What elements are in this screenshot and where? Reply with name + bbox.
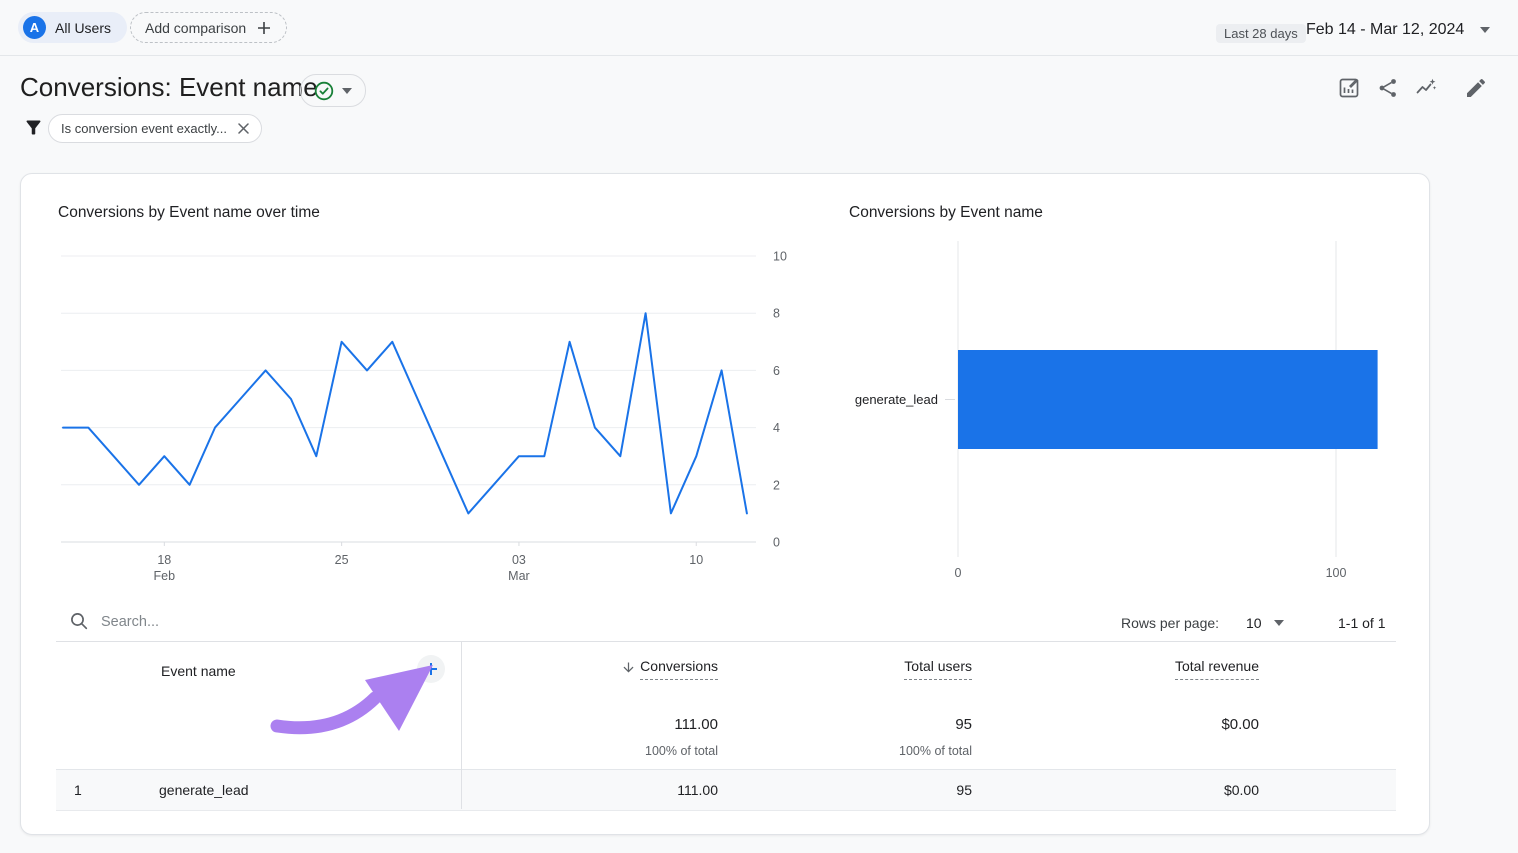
svg-text:0: 0 xyxy=(955,566,962,580)
svg-text:25: 25 xyxy=(335,553,349,567)
search-input[interactable] xyxy=(99,609,483,635)
filter-chip[interactable]: Is conversion event exactly... xyxy=(48,114,262,143)
svg-text:generate_lead: generate_lead xyxy=(855,392,938,407)
share-button[interactable] xyxy=(1375,75,1401,101)
svg-text:18: 18 xyxy=(157,553,171,567)
close-icon[interactable] xyxy=(236,121,251,136)
column-header-total-users[interactable]: Total users xyxy=(904,658,972,680)
date-range-text: Feb 14 - Mar 12, 2024 xyxy=(1306,21,1464,39)
svg-text:6: 6 xyxy=(773,364,780,378)
conversions-over-time-line-chart: 0 2 4 6 8 10 18 Feb 25 03 Mar 10 xyxy=(51,234,796,594)
annotation-arrow xyxy=(255,652,450,747)
column-header-conversions[interactable]: Conversions xyxy=(621,658,718,680)
segment-label: All Users xyxy=(55,20,111,36)
table-column-divider xyxy=(461,642,462,809)
chevron-down-icon xyxy=(342,88,352,94)
filter-chip-label: Is conversion event exactly... xyxy=(61,121,227,136)
svg-text:Feb: Feb xyxy=(154,569,176,583)
line-chart-title: Conversions by Event name over time xyxy=(58,204,320,222)
row-total-users: 95 xyxy=(956,770,972,810)
segment-chip-all-users[interactable]: A All Users xyxy=(18,12,127,43)
svg-text:10: 10 xyxy=(689,553,703,567)
total-conversions: 111.00 xyxy=(674,716,718,733)
column-header-total-revenue[interactable]: Total revenue xyxy=(1175,658,1259,680)
insights-button[interactable] xyxy=(1413,75,1439,101)
filter-funnel-icon xyxy=(23,117,44,138)
total-users-share: 100% of total xyxy=(899,744,972,758)
edit-pencil-icon xyxy=(1464,76,1488,100)
plus-icon xyxy=(256,20,272,36)
svg-text:0: 0 xyxy=(773,536,780,550)
row-number: 1 xyxy=(74,770,82,810)
add-comparison-button[interactable]: Add comparison xyxy=(130,12,287,43)
insights-icon xyxy=(1414,76,1438,100)
customize-report-button[interactable] xyxy=(1336,75,1362,101)
total-revenue: $0.00 xyxy=(1221,716,1259,733)
customize-report-icon xyxy=(1337,76,1361,100)
sort-descending-icon xyxy=(621,660,636,675)
row-event-name: generate_lead xyxy=(159,770,249,810)
total-conversions-share: 100% of total xyxy=(645,744,718,758)
rows-per-page-value: 10 xyxy=(1246,615,1262,631)
page-title: Conversions: Event name xyxy=(20,72,318,103)
rows-per-page-caret-icon xyxy=(1274,620,1284,626)
row-total-revenue: $0.00 xyxy=(1224,770,1259,810)
svg-text:2: 2 xyxy=(773,478,780,492)
share-icon xyxy=(1376,76,1400,100)
svg-text:4: 4 xyxy=(773,421,780,435)
row-conversions: 111.00 xyxy=(677,770,718,810)
column-header-total-revenue-label: Total revenue xyxy=(1175,658,1259,680)
date-range-caret-icon xyxy=(1480,27,1490,33)
rows-per-page-label: Rows per page: xyxy=(1121,615,1219,631)
total-users: 95 xyxy=(955,716,972,733)
date-range-picker[interactable]: Feb 14 - Mar 12, 2024 xyxy=(1306,21,1490,39)
report-card: Conversions by Event name over time Conv… xyxy=(20,173,1430,835)
pagination-status: 1-1 of 1 xyxy=(1338,615,1385,631)
svg-text:10: 10 xyxy=(773,250,787,264)
edit-button[interactable] xyxy=(1463,75,1489,101)
svg-text:03: 03 xyxy=(512,553,526,567)
column-header-total-users-label: Total users xyxy=(904,658,972,680)
bar-chart-title: Conversions by Event name xyxy=(849,204,1043,222)
search-icon xyxy=(69,611,89,631)
table-row[interactable]: 1 generate_lead 111.00 95 $0.00 xyxy=(56,769,1396,811)
comparison-bar: A All Users Add comparison Last 28 days … xyxy=(0,0,1518,56)
conversions-by-event-bar-chart: 0 100 generate_lead xyxy=(841,234,1421,589)
segment-avatar: A xyxy=(23,16,46,39)
date-preset-badge: Last 28 days xyxy=(1216,24,1306,43)
svg-text:100: 100 xyxy=(1326,566,1347,580)
rows-per-page-select[interactable]: 10 xyxy=(1246,615,1284,631)
column-header-event-name[interactable]: Event name xyxy=(161,663,236,679)
ga4-conversions-report: A All Users Add comparison Last 28 days … xyxy=(0,0,1518,853)
check-circle-icon xyxy=(314,81,334,101)
svg-text:Mar: Mar xyxy=(508,569,530,583)
column-header-conversions-label: Conversions xyxy=(640,658,718,680)
add-comparison-label: Add comparison xyxy=(145,20,246,36)
report-status-dropdown[interactable] xyxy=(300,74,366,107)
table-top-divider xyxy=(56,641,1396,642)
svg-text:8: 8 xyxy=(773,307,780,321)
